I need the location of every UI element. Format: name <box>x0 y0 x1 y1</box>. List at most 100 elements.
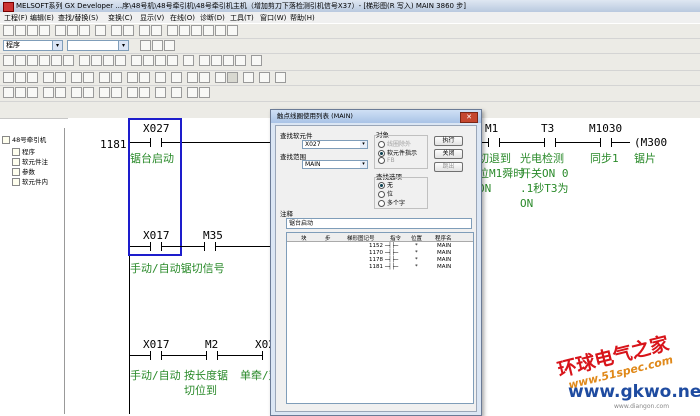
contact-m2[interactable] <box>206 351 218 360</box>
plc-read-icon[interactable] <box>3 87 14 98</box>
simulation-icon[interactable] <box>171 72 182 83</box>
help-icon[interactable] <box>259 72 270 83</box>
device-combo[interactable]: ▾ <box>67 40 129 51</box>
radio-bit[interactable]: 位 <box>378 189 393 198</box>
jump-button[interactable]: 跳出 <box>434 162 463 172</box>
falling-edge-icon[interactable] <box>143 55 154 66</box>
rising-edge-icon[interactable] <box>131 55 142 66</box>
zoom-icon[interactable] <box>55 72 66 83</box>
tree-root[interactable]: 48号牵引机 <box>2 134 46 144</box>
table-row[interactable]: 1178 ─┤├─ * MAIN <box>287 257 473 264</box>
parameter-icon[interactable] <box>187 72 198 83</box>
parallel-nc-icon[interactable] <box>39 55 50 66</box>
device-comment-icon[interactable] <box>140 40 151 51</box>
nc-contact-icon[interactable] <box>15 55 26 66</box>
alias-display-icon[interactable] <box>43 72 54 83</box>
close-button[interactable]: 关闭 <box>434 149 463 159</box>
mode-icon[interactable] <box>251 55 262 66</box>
contact-m1030[interactable] <box>600 138 612 147</box>
tree-item-parameter[interactable]: 参数 <box>12 166 35 176</box>
keyword-icon[interactable] <box>155 87 166 98</box>
transfer-setup-icon[interactable] <box>199 87 210 98</box>
contact-x017[interactable] <box>150 242 162 251</box>
plc-write-icon[interactable] <box>15 87 26 98</box>
remote-run-icon[interactable] <box>43 87 54 98</box>
menu-view[interactable]: 显示(V) <box>140 13 164 23</box>
device-test-icon[interactable] <box>99 87 110 98</box>
new-icon[interactable] <box>3 25 14 36</box>
device-list-icon[interactable] <box>227 25 238 36</box>
radio-none[interactable]: 无 <box>378 180 393 189</box>
close-icon[interactable]: ✕ <box>460 112 478 123</box>
clock-icon[interactable] <box>111 87 122 98</box>
undo-icon[interactable] <box>95 25 106 36</box>
radio-multi-word[interactable]: 多个字 <box>378 198 405 207</box>
tree-item-program[interactable]: 程序 <box>12 146 35 156</box>
diagnostics-icon[interactable] <box>127 87 138 98</box>
draw-line-icon[interactable] <box>199 55 210 66</box>
monitor-start-icon[interactable] <box>71 87 82 98</box>
project-window-icon[interactable] <box>215 72 226 83</box>
radio-coil-exclude[interactable]: 线圈除外 <box>378 139 411 148</box>
delete-vline-icon[interactable] <box>115 55 126 66</box>
result-table[interactable]: 块 步 梯形图记号 指令 位置 程序名 1152 ─┤├─ * MAIN 117… <box>286 232 474 404</box>
open-icon[interactable] <box>15 25 26 36</box>
option-icon[interactable] <box>275 72 286 83</box>
write-plc-icon[interactable] <box>123 25 134 36</box>
delete-draw-icon[interactable] <box>211 55 222 66</box>
output-coil[interactable]: (M300 <box>634 136 667 149</box>
find-step-icon[interactable] <box>203 25 214 36</box>
ladder-view-icon[interactable] <box>71 72 82 83</box>
menu-diagnose[interactable]: 诊断(D) <box>200 13 225 23</box>
alt-f10-icon[interactable] <box>235 55 246 66</box>
menu-help[interactable]: 帮助(H) <box>290 13 315 23</box>
window-icon[interactable] <box>243 72 254 83</box>
horizontal-line-icon[interactable] <box>79 55 90 66</box>
sfc-icon[interactable] <box>99 72 110 83</box>
menu-edit[interactable]: 编辑(E) <box>30 13 54 23</box>
test-icon[interactable] <box>139 72 150 83</box>
tree-item-device-comment[interactable]: 软元件注 <box>12 156 48 166</box>
copy-icon[interactable] <box>67 25 78 36</box>
remote-stop-icon[interactable] <box>55 87 66 98</box>
instruction-icon[interactable] <box>63 55 74 66</box>
table-row[interactable]: 1170 ─┤├─ * MAIN <box>287 250 473 257</box>
parallel-rising-icon[interactable] <box>155 55 166 66</box>
table-row[interactable]: 1181 ─┤├─ * MAIN <box>287 264 473 271</box>
contact-x017-b[interactable] <box>150 351 162 360</box>
menu-project[interactable]: 工程(F) <box>4 13 28 23</box>
radio-fb[interactable]: FB <box>378 157 395 164</box>
plc-verify-icon[interactable] <box>27 87 38 98</box>
monitor-icon[interactable] <box>139 25 150 36</box>
format-icon[interactable] <box>171 87 182 98</box>
f10-icon[interactable] <box>223 55 234 66</box>
monitor-stop-icon[interactable] <box>83 87 94 98</box>
cut-icon[interactable] <box>55 25 66 36</box>
sampling-trace-icon[interactable] <box>155 72 166 83</box>
vertical-line-icon[interactable] <box>91 55 102 66</box>
coil-icon[interactable] <box>51 55 62 66</box>
menu-convert[interactable]: 变换(C) <box>108 13 132 23</box>
entry-monitor-icon[interactable] <box>127 72 138 83</box>
no-contact-icon[interactable] <box>3 55 14 66</box>
parallel-falling-icon[interactable] <box>167 55 178 66</box>
connect-icon[interactable] <box>139 87 150 98</box>
tree-item-device-memory[interactable]: 软元件内 <box>12 176 48 186</box>
menu-find-replace[interactable]: 查找/替换(S) <box>58 13 98 23</box>
print-icon[interactable] <box>39 25 50 36</box>
find-device-combo[interactable]: X027 ▾ <box>302 140 368 149</box>
menu-online[interactable]: 在线(O) <box>170 13 195 23</box>
radio-device-instruction[interactable]: 软元件指示 <box>378 148 417 157</box>
list-mode-icon[interactable] <box>227 72 238 83</box>
menu-window[interactable]: 窗口(W) <box>260 13 286 23</box>
table-row[interactable]: 1152 ─┤├─ * MAIN <box>287 243 473 250</box>
cross-reference-icon[interactable] <box>215 25 226 36</box>
find-range-combo[interactable]: MAIN ▾ <box>302 160 368 169</box>
memory-icon[interactable] <box>199 72 210 83</box>
clear-icon[interactable] <box>187 87 198 98</box>
note-icon[interactable] <box>164 40 175 51</box>
statement-icon[interactable] <box>152 40 163 51</box>
delete-line-icon[interactable] <box>103 55 114 66</box>
find-icon[interactable] <box>167 25 178 36</box>
menu-tools[interactable]: 工具(T) <box>230 13 254 23</box>
